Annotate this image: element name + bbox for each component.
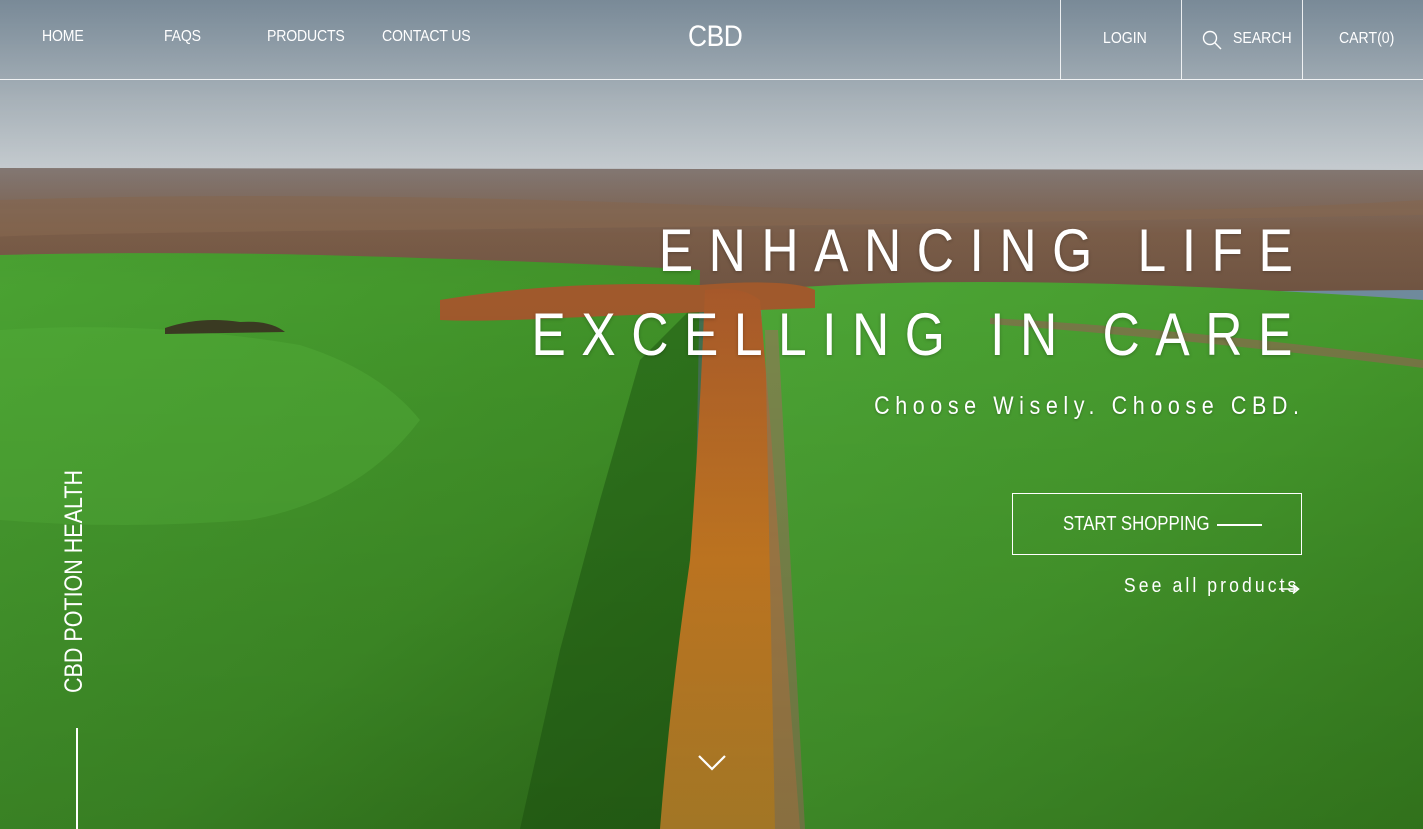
nav-faqs-link[interactable]: FAQS xyxy=(164,28,201,46)
start-shopping-label: START SHOPPING xyxy=(1063,513,1210,535)
nav-contact-link[interactable]: CONTACT US xyxy=(382,28,471,46)
site-logo[interactable]: CBD xyxy=(688,20,743,54)
hero-headline-line-1: ENHANCING LIFE xyxy=(658,217,1308,284)
login-label: LOGIN xyxy=(1103,30,1147,47)
cart-label: CART(0) xyxy=(1339,30,1395,47)
side-divider-line xyxy=(76,728,78,829)
login-button[interactable]: LOGIN xyxy=(1060,0,1181,79)
hero-tagline: Choose Wisely. Choose CBD. xyxy=(874,392,1305,420)
dash-decoration xyxy=(1217,524,1262,526)
cart-button[interactable]: CART(0) xyxy=(1302,0,1423,79)
search-icon xyxy=(1202,30,1222,50)
search-label: SEARCH xyxy=(1233,30,1292,47)
chevron-down-icon[interactable] xyxy=(697,754,727,772)
start-shopping-button[interactable]: START SHOPPING xyxy=(1012,493,1302,555)
see-all-products-link[interactable]: See all products xyxy=(1124,575,1299,598)
nav-products-link[interactable]: PRODUCTS xyxy=(267,28,345,46)
nav-home-link[interactable]: HOME xyxy=(42,28,84,46)
hero-headline-line-2: EXCELLING IN CARE xyxy=(531,301,1308,368)
site-header: HOME FAQS PRODUCTS CONTACT US CBD LOGIN … xyxy=(0,0,1423,80)
side-brand-label: CBD POTION HEALTH xyxy=(60,470,88,693)
search-button[interactable]: SEARCH xyxy=(1181,0,1302,79)
arrow-right-icon[interactable] xyxy=(1278,582,1300,596)
